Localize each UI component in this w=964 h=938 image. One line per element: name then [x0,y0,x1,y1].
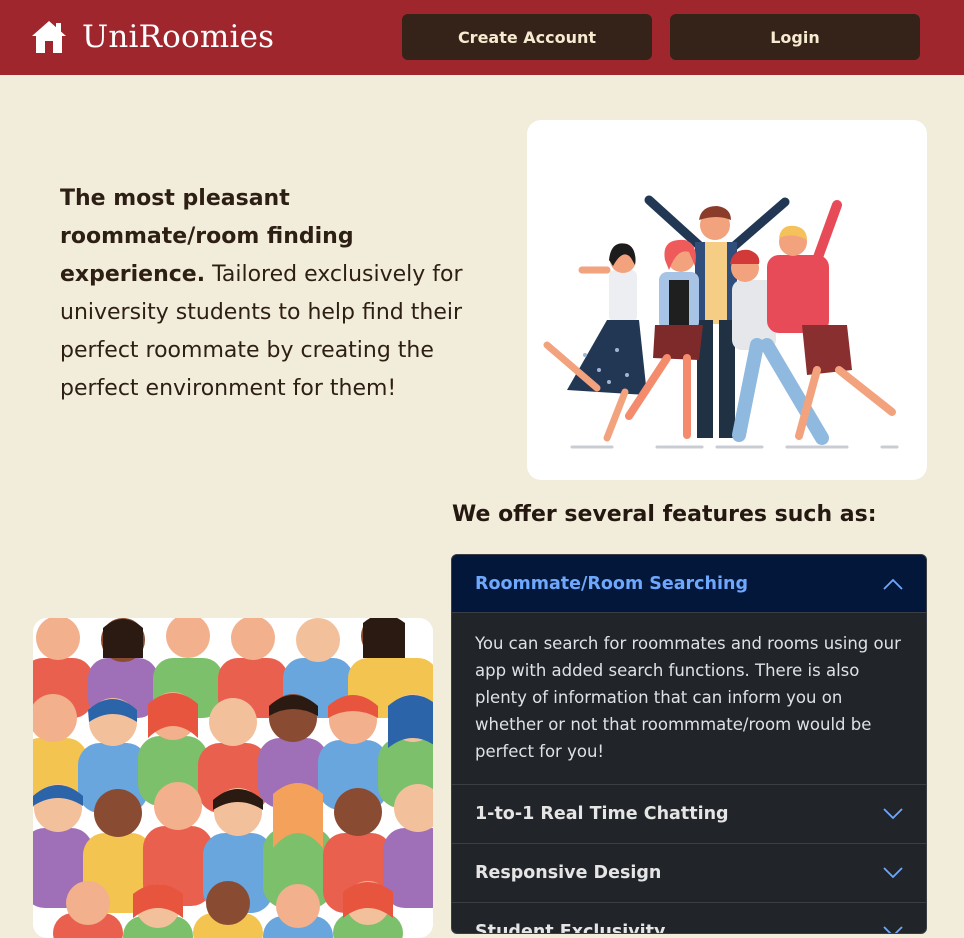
accordion-title: Student Exclusivity [475,922,666,934]
chevron-down-icon [883,867,903,879]
accordion-title: Responsive Design [475,863,662,883]
navbar: UniRoomies Create Account Login [0,0,964,75]
brand-link[interactable]: UniRoomies [30,14,274,60]
accordion-item-real-time-chatting: 1-to-1 Real Time Chatting [452,784,926,843]
accordion-item-roommate-searching: Roommate/Room Searching You can search f… [452,555,926,784]
chevron-down-icon [883,926,903,933]
create-account-button[interactable]: Create Account [402,14,652,60]
accordion-body-roommate-searching: You can search for roommates and rooms u… [475,634,901,761]
accordion-item-responsive-design: Responsive Design [452,843,926,902]
accordion-header-responsive-design[interactable]: Responsive Design [452,844,926,902]
features-heading: We offer several features such as: [452,502,877,527]
accordion-header-roommate-searching[interactable]: Roommate/Room Searching [452,555,926,613]
accordion-header-student-exclusivity[interactable]: Student Exclusivity [452,903,926,934]
house-icon [32,21,66,53]
accordion-title: 1-to-1 Real Time Chatting [475,804,729,824]
crowd-image [33,618,433,938]
accordion-title: Roommate/Room Searching [475,573,749,594]
intro-text: The most pleasant roommate/room finding … [60,180,480,408]
crowd-illustration [33,618,433,938]
hero-image [527,120,927,480]
brand-name: UniRoomies [82,19,275,55]
login-button[interactable]: Login [670,14,920,60]
features-accordion: Roommate/Room Searching You can search f… [451,554,927,934]
accordion-header-real-time-chatting[interactable]: 1-to-1 Real Time Chatting [452,785,926,843]
chevron-down-icon [883,808,903,820]
chevron-up-icon [883,578,903,590]
group-of-friends-illustration [543,195,899,449]
accordion-item-student-exclusivity: Student Exclusivity [452,902,926,934]
